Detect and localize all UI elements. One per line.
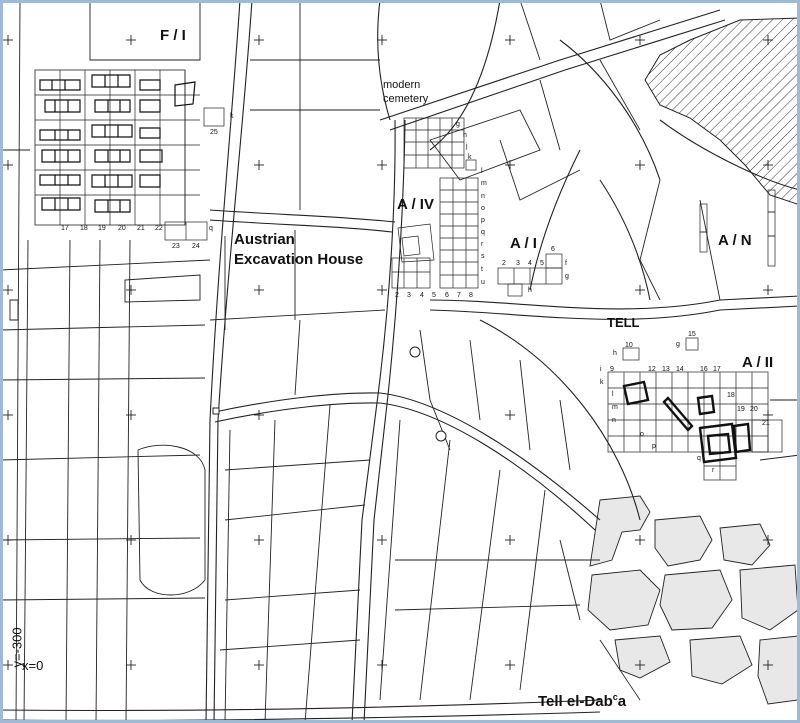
- area-label-fi: F / I: [160, 27, 186, 44]
- fi-col-label: 23: [172, 243, 180, 250]
- town-label-main: Tell el-Dab: [538, 693, 613, 710]
- aii-row-label: i: [600, 366, 602, 373]
- aiv-row-label: h: [463, 132, 467, 139]
- aiv-col-label: 2: [395, 292, 399, 299]
- aiv-col-label: 7: [457, 292, 461, 299]
- fi-row-label: q: [209, 225, 213, 232]
- fi-col-label: 18: [80, 225, 88, 232]
- aiv-col-label: 4: [420, 292, 424, 299]
- aii-row-label: q: [697, 455, 701, 462]
- small-square: [212, 407, 220, 415]
- aiv-row-label: s: [481, 253, 485, 260]
- village-blocks: [587, 495, 799, 705]
- ai-col-label: 4: [528, 260, 532, 267]
- aii-row-label: r: [712, 467, 715, 474]
- aii-row-label: g: [676, 341, 680, 348]
- area-label-an: A / N: [718, 232, 752, 249]
- aii-row-label: m: [612, 404, 618, 411]
- aii-col-label: 18: [727, 392, 735, 399]
- ai-col-label: 5: [540, 260, 544, 267]
- area-label-ai: A / I: [510, 235, 537, 252]
- aii-col-label: 21: [762, 420, 770, 427]
- town-label: Tell el-Dabca: [538, 693, 627, 710]
- aiv-row-label: u: [481, 279, 485, 286]
- aiv-row-label: m: [481, 180, 487, 187]
- aiv-row-label: o: [481, 205, 485, 212]
- fi-col-label: 19: [98, 225, 106, 232]
- austrian-house-label-line2: Excavation House: [234, 251, 364, 268]
- coord-x-label: x=0: [22, 658, 44, 673]
- aiv-row-label: n: [481, 193, 485, 200]
- fi-col-label: 17: [61, 225, 69, 232]
- fi-col-label: 21: [137, 225, 145, 232]
- aiv-row-label: q: [481, 229, 485, 236]
- ai-col-label: 2: [502, 260, 506, 267]
- fi-col-label: 22: [155, 225, 163, 232]
- ai-row-label: g: [565, 273, 569, 280]
- fi-row-label: k: [230, 113, 234, 120]
- fi-col-label: 20: [118, 225, 126, 232]
- fi-col-label: 25: [210, 129, 218, 136]
- cemetery-label-line2: cemetery: [383, 93, 429, 105]
- aiv-row-label: j: [466, 143, 468, 150]
- aii-row-label: o: [640, 431, 644, 438]
- town-label-end: a: [617, 693, 627, 710]
- aii-col-label: 13: [662, 366, 670, 373]
- aii-col-label: 19: [737, 406, 745, 413]
- aiv-col-label: 8: [469, 292, 473, 299]
- hatched-area: [644, 17, 800, 206]
- circle-marker: [409, 346, 421, 358]
- aii-col-label: 17: [713, 366, 721, 373]
- aii-row-label: k: [600, 379, 604, 386]
- aiv-row-label: t: [481, 266, 483, 273]
- aii-col-label: 16: [700, 366, 708, 373]
- aii-col-label: 14: [676, 366, 684, 373]
- aii-row-label: h: [613, 350, 617, 357]
- aii-col-label: 9: [610, 366, 614, 373]
- aiv-col-label: 6: [445, 292, 449, 299]
- ai-row-label: h: [528, 287, 532, 294]
- aii-row-label: p: [652, 443, 656, 450]
- aiv-row-label: r: [481, 241, 484, 248]
- aiv-col-label: 3: [407, 292, 411, 299]
- aii-col-label: 20: [750, 406, 758, 413]
- ai-row-label: f: [565, 260, 567, 267]
- circle-marker: [435, 430, 447, 442]
- area-label-aii: A / II: [742, 354, 774, 371]
- aii-col-label: 12: [648, 366, 656, 373]
- aiv-row-label: l: [481, 168, 483, 175]
- fi-col-label: 24: [192, 243, 200, 250]
- area-label-aiv: A / IV: [397, 196, 434, 213]
- fi-excavation-grid: [34, 69, 225, 241]
- austrian-house-label-line1: Austrian: [234, 231, 295, 248]
- site-map: F / I A / IV A / I A / N A / II TELL Aus…: [0, 0, 800, 723]
- aiv-row-label: k: [468, 154, 472, 161]
- ai-col-label: 6: [551, 246, 555, 253]
- aiv-col-label: 5: [432, 292, 436, 299]
- aiv-row-label: g: [456, 121, 460, 128]
- aii-col-label: 10: [625, 342, 633, 349]
- aiv-row-label: p: [481, 217, 485, 224]
- cemetery-label-line1: modern: [383, 79, 421, 91]
- aii-row-label: l: [612, 391, 614, 398]
- aii-col-label: 15: [688, 331, 696, 338]
- ai-col-label: 3: [516, 260, 520, 267]
- tell-label: TELL: [607, 315, 640, 330]
- aii-row-label: n: [612, 417, 616, 424]
- map-drawing: [0, 0, 800, 723]
